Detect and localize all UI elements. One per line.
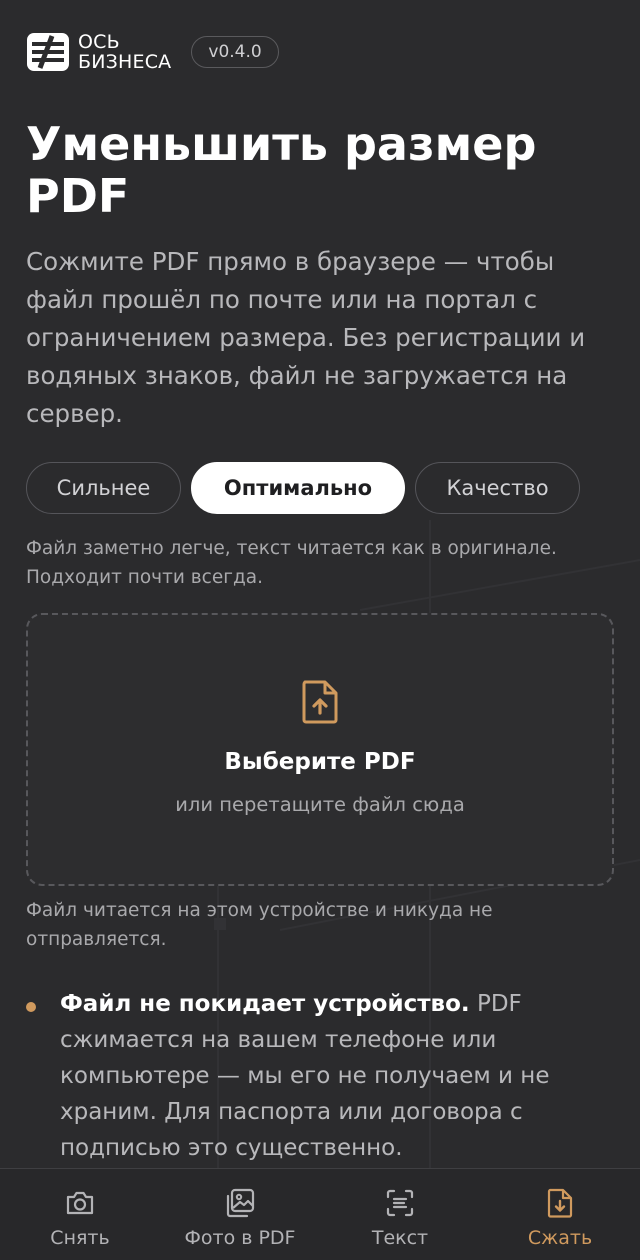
- mode-quality-button[interactable]: Качество: [415, 462, 580, 514]
- feature-text: Файл не покидает устройство. PDF сжимает…: [60, 986, 616, 1166]
- page-description: Сожмите PDF прямо в браузере — чтобы фай…: [26, 247, 586, 428]
- logo-icon: [27, 33, 69, 71]
- mode-hint: Файл заметно легче, текст читается как в…: [26, 538, 557, 588]
- scan-text-icon: [386, 1189, 414, 1217]
- tab-photo-to-pdf[interactable]: Фото в PDF: [160, 1169, 320, 1260]
- tab-label: Сжать: [527, 1227, 593, 1249]
- version-badge: v0.4.0: [191, 36, 279, 68]
- logo-text-line2: БИЗНЕСА: [78, 51, 172, 73]
- mode-optimal-button[interactable]: Оптимально: [191, 462, 405, 514]
- dropzone-subtitle: или перетащите файл сюда: [175, 793, 465, 816]
- mode-stronger-button[interactable]: Сильнее: [26, 462, 181, 514]
- file-download-icon: [547, 1188, 573, 1218]
- camera-icon: [66, 1191, 94, 1215]
- logo-text-line1: ОСЬ: [78, 31, 120, 53]
- tab-capture[interactable]: Снять: [0, 1169, 160, 1260]
- bullet-dot: [26, 1002, 36, 1012]
- tab-compress[interactable]: Сжать: [480, 1169, 640, 1260]
- brand-logo[interactable]: ОСЬ БИЗНЕСА: [26, 30, 171, 74]
- tab-text[interactable]: Текст: [320, 1169, 480, 1260]
- page-title: Уменьшить размер PDF: [26, 117, 537, 223]
- bottom-tab-bar: Снять Фото в PDF Текст Сжать: [0, 1168, 640, 1260]
- images-icon: [226, 1188, 255, 1218]
- dropzone-title: Выберите PDF: [224, 749, 416, 775]
- tab-label: Фото в PDF: [184, 1227, 296, 1249]
- feature-item: Файл не покидает устройство. PDF сжимает…: [26, 986, 616, 1166]
- tab-label: Снять: [50, 1227, 110, 1249]
- privacy-note: Файл читается на этом устройстве и никуд…: [26, 900, 493, 950]
- file-upload-icon: [302, 680, 338, 724]
- compression-mode-selector: Сильнее Оптимально Качество: [26, 462, 590, 514]
- feature-bold: Файл не покидает устройство.: [60, 991, 470, 1017]
- pdf-dropzone[interactable]: Выберите PDF или перетащите файл сюда: [26, 613, 614, 886]
- app-header: ОСЬ БИЗНЕСА v0.4.0: [26, 28, 279, 76]
- tab-label: Текст: [371, 1227, 429, 1249]
